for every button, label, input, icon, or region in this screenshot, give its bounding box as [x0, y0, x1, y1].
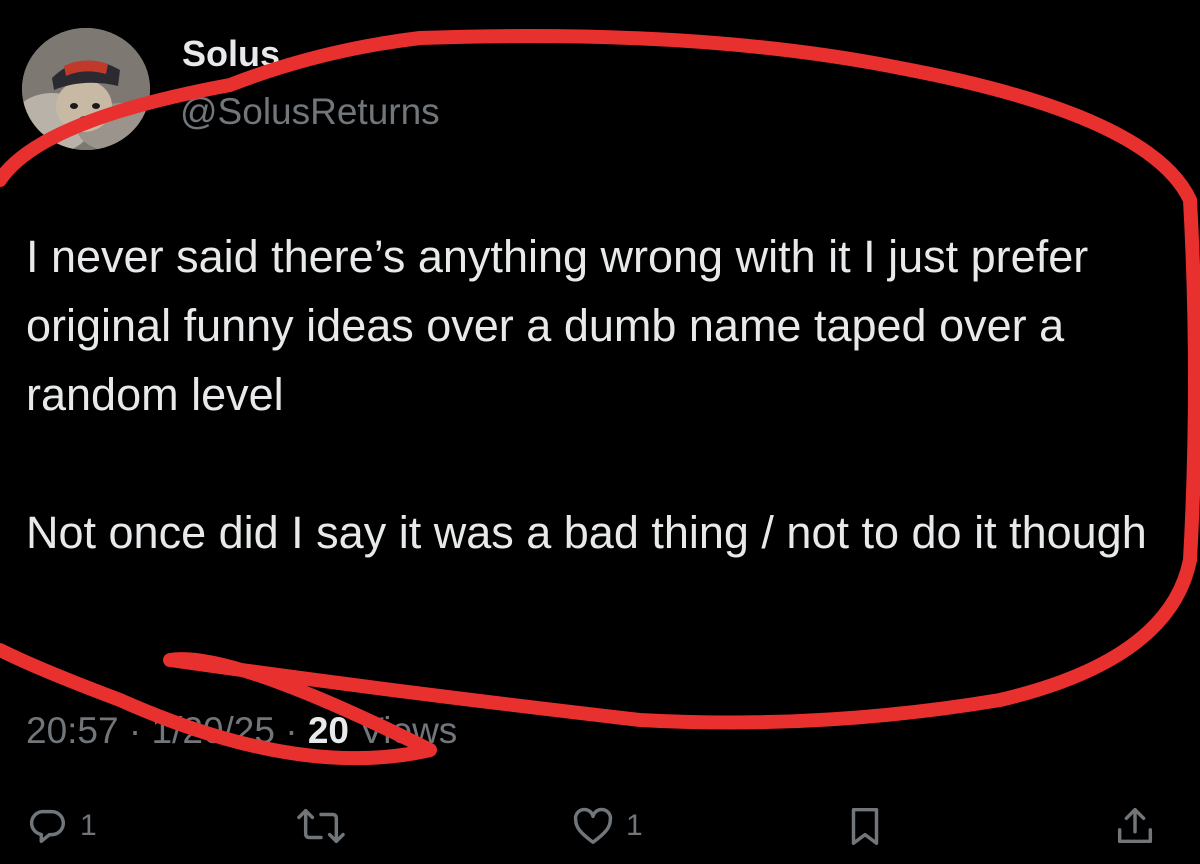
retweet-icon [297, 808, 345, 844]
like-count: 1 [626, 809, 643, 842]
reply-count: 1 [80, 809, 97, 842]
share-icon [1117, 807, 1153, 844]
like-button[interactable]: 1 [570, 796, 643, 856]
bookmark-button[interactable] [842, 796, 888, 856]
tweet-date[interactable]: 1/20/25 [151, 710, 274, 751]
share-button[interactable] [1112, 796, 1158, 856]
tweet-paragraph: Not once did I say it was a bad thing / … [26, 507, 1147, 558]
like-icon [573, 807, 613, 845]
retweet-button[interactable] [296, 796, 346, 856]
tweet-meta: 20:57 · 1/20/25 · 20 Views [26, 712, 457, 749]
meta-separator: · [128, 710, 142, 751]
user-handle[interactable]: @SolusReturns [180, 93, 440, 130]
avatar[interactable] [22, 28, 150, 150]
action-bar: 1 1 [0, 796, 1200, 856]
reply-button[interactable]: 1 [24, 796, 97, 856]
tweet-text: I never said there’s anything wrong with… [26, 222, 1176, 567]
avatar-dog-in-cap-icon [22, 28, 150, 150]
meta-separator: · [285, 710, 298, 751]
views-label: Views [359, 710, 458, 751]
bookmark-icon [851, 807, 879, 845]
reply-icon [29, 809, 65, 844]
tweet-paragraph: I never said there’s anything wrong with… [26, 231, 1089, 420]
views-count: 20 [307, 710, 349, 751]
display-name[interactable]: Solus [182, 36, 280, 72]
tweet-time[interactable]: 20:57 [26, 710, 119, 751]
